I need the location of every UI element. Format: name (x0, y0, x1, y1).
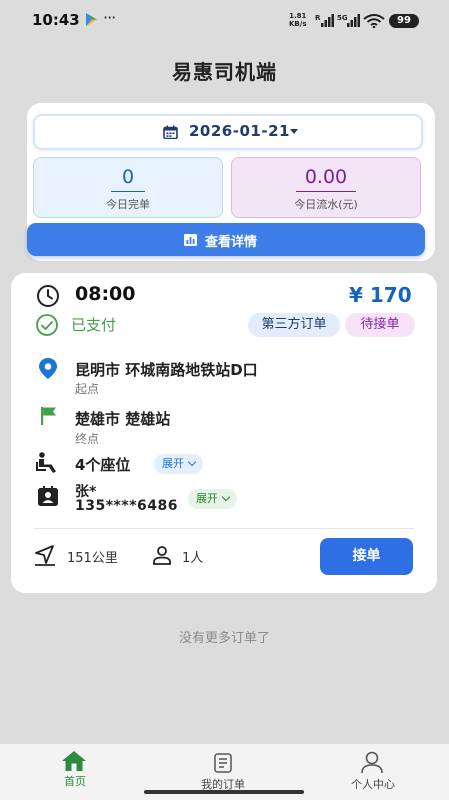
home-icon (62, 751, 86, 771)
network-speed: 1.81 KB/s (289, 12, 306, 28)
completed-label: 今日完单 (106, 198, 150, 211)
accept-order-button[interactable]: 接单 (320, 538, 413, 575)
end-place: 楚雄市 楚雄站 (75, 410, 171, 428)
expand-label: 展开 (196, 492, 218, 505)
selected-date: 2026-01-21 (189, 122, 290, 140)
chevron-down-icon (187, 457, 197, 467)
order-status-badge: 待接单 (345, 313, 415, 337)
person-icon (153, 546, 171, 565)
departure-time: 08:00 (75, 283, 136, 305)
flag-icon (41, 407, 56, 425)
seat-count: 4个座位 (75, 456, 131, 474)
tab-home[interactable]: 首页 (0, 744, 150, 800)
order-price: ¥ 170 (349, 283, 412, 307)
stat-underline (111, 191, 145, 192)
end-label: 终点 (75, 432, 100, 446)
seat-icon (36, 452, 56, 473)
order-card[interactable]: 08:00 ¥ 170 已支付 第三方订单 待接单 昆明市 环城南路地铁站D口 … (11, 273, 437, 593)
start-label: 起点 (75, 382, 100, 396)
view-details-label: 查看详情 (205, 235, 258, 250)
view-details-button[interactable]: 查看详情 (27, 223, 425, 256)
contact-card-icon (38, 486, 58, 506)
passenger-phone: 135****6486 (75, 498, 178, 514)
tab-profile-label: 个人中心 (351, 778, 395, 791)
no-more-orders-text: 没有更多订单了 (178, 631, 270, 646)
payment-status: 已支付 (71, 316, 117, 334)
tab-profile[interactable]: 个人中心 (298, 744, 448, 800)
clock-icon (37, 285, 59, 307)
stat-underline (296, 191, 356, 192)
completed-count: 0 (121, 166, 135, 188)
revenue-label: 今日流水(元) (294, 198, 358, 211)
home-indicator[interactable] (144, 790, 304, 794)
more-notifications-icon: ··· (103, 8, 116, 27)
daily-summary-card: 2026-01-21 0 今日完单 0.00 今日流水(元) 查看详情 (27, 103, 435, 261)
chevron-down-icon (221, 492, 231, 502)
completed-orders-stat: 0 今日完单 (33, 157, 223, 218)
expand-seats-button[interactable]: 展开 (154, 454, 203, 474)
cell-signal-icon: R (315, 14, 334, 27)
calendar-icon (163, 125, 178, 139)
revenue-stat: 0.00 今日流水(元) (231, 157, 421, 218)
network-speed-unit: KB/s (289, 20, 307, 28)
network-speed-value: 1.81 (289, 12, 307, 20)
trip-distance: 151公里 (67, 551, 118, 566)
revenue-value: 0.00 (304, 166, 348, 188)
signal-2-label: 5G (337, 14, 348, 22)
document-list-icon (214, 753, 232, 773)
expand-label: 展开 (162, 457, 184, 470)
signal-1-label: R (315, 14, 321, 22)
page-title: 易惠司机端 (172, 60, 277, 84)
navigation-arrow-icon (35, 545, 55, 566)
caret-down-icon (290, 129, 298, 134)
status-time: 10:43 (32, 11, 80, 29)
location-pin-icon (39, 358, 57, 379)
battery-icon: 99 (389, 14, 419, 28)
date-picker[interactable]: 2026-01-21 (33, 114, 423, 150)
wifi-icon (363, 14, 385, 28)
passenger-count: 1人 (182, 551, 204, 566)
check-circle-icon (36, 314, 58, 336)
cell-5g-signal-icon: 5G (337, 14, 360, 27)
order-source-badge: 第三方订单 (248, 313, 340, 337)
divider (34, 528, 414, 529)
bar-chart-icon (184, 234, 197, 246)
status-bar: 10:43 ··· 1.81 KB/s R 5G 99 (0, 0, 449, 40)
play-store-icon (86, 13, 97, 26)
expand-contact-button[interactable]: 展开 (188, 489, 237, 509)
tab-home-label: 首页 (64, 775, 86, 788)
user-icon (361, 751, 383, 774)
start-place: 昆明市 环城南路地铁站D口 (75, 361, 258, 379)
